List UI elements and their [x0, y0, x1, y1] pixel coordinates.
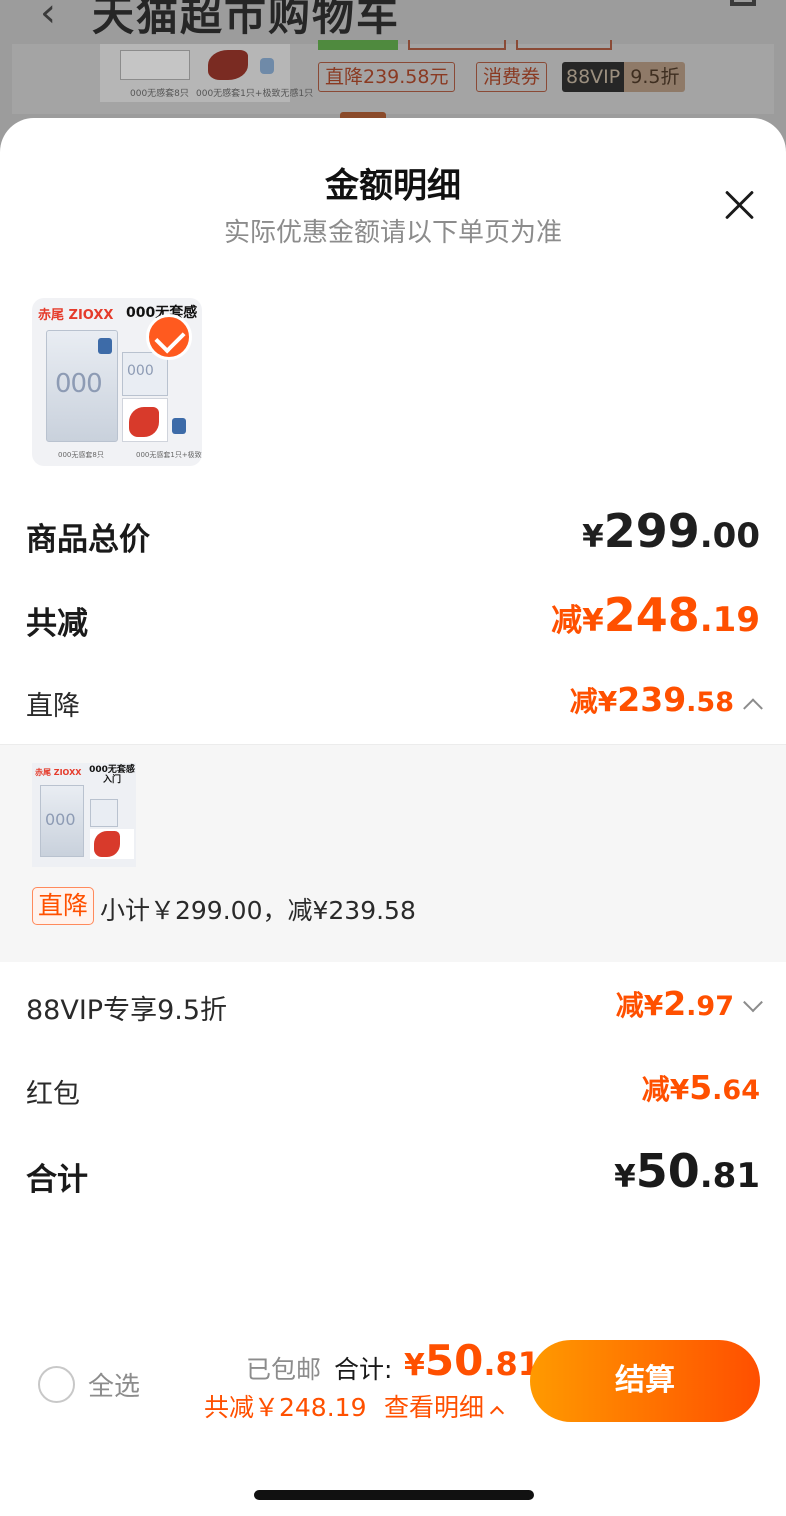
background-chip — [516, 40, 612, 50]
close-icon[interactable] — [718, 184, 760, 226]
background-vip-tag: 88VIP 9.5折 — [562, 62, 686, 92]
subtotal-text: 小计￥299.00，减¥239.58 — [100, 896, 416, 925]
background-title: 天猫超市购物车 — [92, 0, 401, 40]
value-integer: 299 — [603, 504, 700, 558]
product-box-red — [122, 398, 168, 442]
value-decimal: .00 — [699, 516, 760, 556]
currency-symbol: ¥ — [597, 685, 618, 718]
brand-logo: 赤尾 ZIOXX — [35, 768, 82, 777]
background-chip — [408, 40, 506, 50]
box-label: 000 — [45, 810, 76, 829]
select-all-label[interactable]: 全选 — [88, 1366, 140, 1403]
sheet-subtitle: 实际优惠金额请以下单页为准 — [223, 218, 562, 248]
view-detail-label: 查看明细 — [384, 1393, 485, 1422]
discount-prefix: 减 — [569, 685, 598, 718]
chevron-up-icon — [489, 1405, 505, 1421]
box-label: 000 — [55, 369, 103, 399]
brand-logo: 赤尾 ZIOXX — [38, 308, 114, 323]
background-caption: 000无感套1只+极致无感1只 — [196, 89, 314, 99]
value-decimal: .64 — [712, 1075, 760, 1106]
value-decimal: .97 — [686, 991, 734, 1022]
value-decimal: .81 — [699, 1156, 760, 1196]
view-detail-link[interactable]: 查看明细 — [384, 1388, 505, 1424]
product-box-large: 000 — [40, 785, 84, 857]
total-label: 合计 — [26, 1162, 88, 1198]
drop-icon — [260, 58, 274, 74]
value-integer: 2 — [663, 984, 687, 1023]
value-decimal: .58 — [686, 687, 734, 718]
goods-total-value: ¥299.00 — [582, 504, 760, 558]
free-shipping-label: 已包邮 — [246, 1355, 322, 1384]
background-product-image: 000无感套8只 000无感套1只+极致无感1只 — [100, 44, 313, 102]
value-decimal: .19 — [699, 600, 760, 640]
total-value: ¥50.81 — [614, 1144, 760, 1198]
fish-logo-icon — [129, 407, 159, 437]
product-caption: 000无感套8只 — [58, 451, 104, 459]
checkout-button[interactable]: 结算 — [530, 1340, 760, 1422]
select-all-checkbox[interactable] — [38, 1366, 75, 1403]
direct-discount-tag: 直降 — [32, 887, 95, 925]
direct-discount-value[interactable]: 减¥239.58 — [569, 680, 763, 720]
back-icon: ‹ — [40, 0, 56, 36]
drop-icon — [98, 338, 112, 354]
selected-check-icon[interactable] — [146, 314, 192, 360]
background-tag-coupon: 消费券 — [476, 62, 548, 92]
value-integer: 50 — [635, 1144, 700, 1198]
vip-tag-light: 9.5折 — [624, 62, 686, 92]
red-packet-value: 减¥5.64 — [642, 1068, 760, 1108]
background-tag-direct-discount: 直降239.58元 — [318, 62, 456, 92]
value-integer: 248 — [603, 588, 700, 642]
vip-tag-dark: 88VIP — [562, 62, 625, 92]
currency-symbol: ¥ — [582, 603, 604, 639]
total-discount-label: 共减 — [26, 606, 88, 642]
chevron-up-icon — [743, 698, 763, 719]
product-caption: 000无感套1只+极致无感1只 — [136, 451, 202, 459]
fish-logo-icon — [94, 831, 120, 857]
background-caption: 000无感套8只 — [130, 89, 189, 99]
cart-icon — [730, 0, 756, 6]
value-integer: 50 — [424, 1336, 484, 1385]
chevron-down-icon — [743, 992, 763, 1013]
product-box-small — [90, 799, 118, 827]
total-discount-value: 减¥248.19 — [551, 588, 760, 642]
home-indicator[interactable] — [254, 1490, 534, 1500]
sheet-title: 金额明细 — [325, 166, 461, 206]
bar-discount-text: 共减￥248.19 — [204, 1393, 367, 1422]
fish-logo-icon — [208, 50, 248, 80]
box-label: 000 — [127, 363, 154, 379]
direct-discount-detail-panel: 赤尾 ZIOXX 000无套感入门 000 直降 小计￥299.00，减¥239… — [0, 744, 786, 962]
drop-icon — [172, 418, 186, 434]
goods-total-label: 商品总价 — [26, 522, 150, 558]
currency-symbol: ¥ — [669, 1073, 690, 1106]
vip-discount-label: 88VIP专享9.5折 — [26, 995, 228, 1026]
discount-prefix: 减 — [551, 603, 583, 639]
product-tagline: 000无套感入门 — [89, 765, 135, 785]
discount-prefix: 减 — [615, 989, 644, 1022]
red-packet-label: 红包 — [26, 1079, 80, 1110]
panel-product-thumbnail: 赤尾 ZIOXX 000无套感入门 000 — [32, 763, 136, 867]
currency-symbol: ¥ — [614, 1159, 636, 1195]
discount-prefix: 减 — [641, 1073, 670, 1106]
value-integer: 239 — [617, 680, 687, 719]
vip-discount-value[interactable]: 减¥2.97 — [615, 984, 763, 1024]
bar-total-value: ¥50.81 — [404, 1336, 540, 1385]
currency-symbol: ¥ — [643, 989, 664, 1022]
value-integer: 5 — [689, 1068, 713, 1107]
amount-detail-sheet: 金额明细 实际优惠金额请以下单页为准 赤尾 ZIOXX 000无套感 000 0… — [0, 118, 786, 1516]
currency-symbol: ¥ — [582, 519, 604, 555]
background-header: ‹ 天猫超市购物车 — [0, 0, 786, 40]
direct-discount-label: 直降 — [26, 691, 80, 722]
currency-symbol: ¥ — [404, 1348, 425, 1383]
bar-total-label: 合计: — [334, 1355, 393, 1384]
product-box-red — [90, 829, 134, 859]
background-chip — [318, 40, 398, 50]
